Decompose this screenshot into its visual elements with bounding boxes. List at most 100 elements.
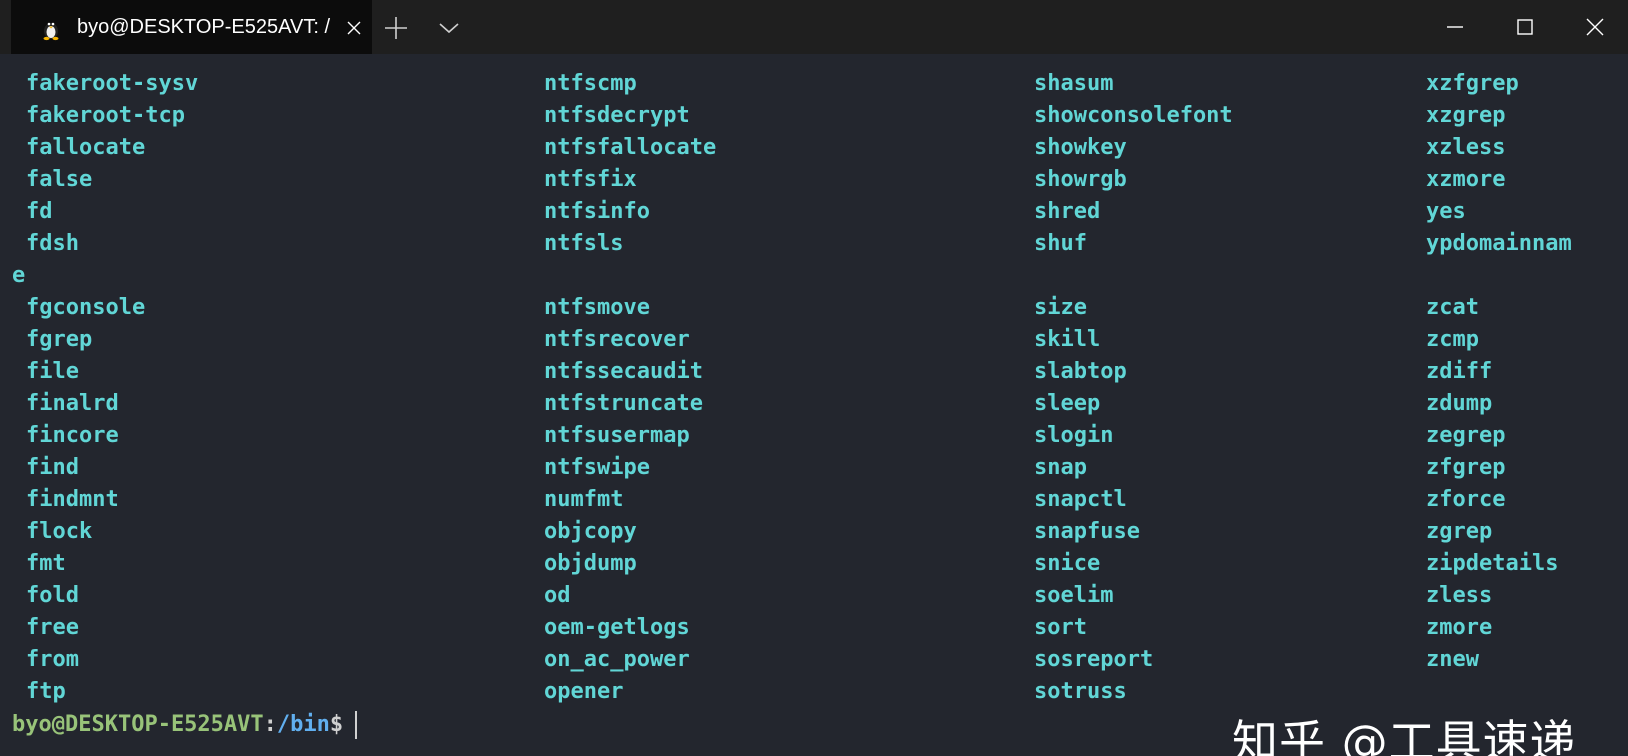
- list-item: on_ac_power: [544, 647, 690, 672]
- list-item: snapctl: [1034, 487, 1127, 512]
- list-item: sort: [1034, 615, 1087, 640]
- list-item: [544, 260, 716, 292]
- prompt-user-host: byo@DESKTOP-E525AVT: [12, 712, 264, 737]
- list-item: [1034, 260, 1233, 292]
- list-item: showconsolefont: [1034, 103, 1233, 128]
- list-item: shred: [1034, 199, 1101, 224]
- tab-active[interactable]: byo@DESKTOP-E525AVT: /: [11, 0, 372, 54]
- prompt-symbol: $: [329, 712, 344, 737]
- terminal-window: byo@DESKTOP-E525AVT: / fakeroot-sysv fak…: [0, 0, 1628, 756]
- list-item: fd: [26, 199, 53, 224]
- list-item: ntfscmp: [544, 71, 637, 96]
- terminal-output[interactable]: fakeroot-sysv fakeroot-tcp fallocate fal…: [0, 54, 1628, 756]
- list-item: xzfgrep: [1426, 71, 1519, 96]
- list-item: showkey: [1034, 135, 1127, 160]
- list-item: file: [26, 359, 79, 384]
- list-item: ypdomainnam: [1426, 231, 1572, 256]
- list-item: snapfuse: [1034, 519, 1140, 544]
- command-prompt[interactable]: byo@DESKTOP-E525AVT:/bin$: [12, 708, 358, 742]
- list-item: fdsh: [26, 231, 79, 256]
- list-item: znew: [1426, 647, 1479, 672]
- list-item: numfmt: [544, 487, 624, 512]
- list-item: ntfsfix: [544, 167, 637, 192]
- list-item: opener: [544, 679, 624, 704]
- list-item: free: [26, 615, 79, 640]
- tab-title: byo@DESKTOP-E525AVT: /: [77, 16, 330, 38]
- list-item: skill: [1034, 327, 1101, 352]
- list-item: zmore: [1426, 615, 1493, 640]
- list-item: zcmp: [1426, 327, 1479, 352]
- list-item: snap: [1034, 455, 1087, 480]
- minimize-icon: [1447, 26, 1463, 28]
- list-item: ntfstruncate: [544, 391, 703, 416]
- list-item: zdiff: [1426, 359, 1493, 384]
- maximize-button[interactable]: [1490, 0, 1560, 54]
- list-item: fold: [26, 583, 79, 608]
- list-item: ntfsfallocate: [544, 135, 717, 160]
- list-item: zfgrep: [1426, 455, 1506, 480]
- list-item: ntfsrecover: [544, 327, 690, 352]
- list-item: sotruss: [1034, 679, 1127, 704]
- list-item: zcat: [1426, 295, 1479, 320]
- list-item: ntfsls: [544, 231, 624, 256]
- list-item: zforce: [1426, 487, 1506, 512]
- text-cursor: [355, 711, 358, 739]
- list-item: ntfsdecrypt: [544, 103, 690, 128]
- list-item: flock: [26, 519, 93, 544]
- minimize-button[interactable]: [1420, 0, 1490, 54]
- list-item: zless: [1426, 583, 1493, 608]
- list-item: xzmore: [1426, 167, 1506, 192]
- chevron-down-icon[interactable]: [438, 20, 460, 36]
- list-item: xzless: [1426, 135, 1506, 160]
- close-tab-icon[interactable]: [345, 19, 363, 37]
- list-item: slogin: [1034, 423, 1114, 448]
- list-item: fmt: [26, 551, 66, 576]
- maximize-icon: [1517, 19, 1533, 35]
- list-item: ntfsusermap: [544, 423, 690, 448]
- list-item: findmnt: [26, 487, 119, 512]
- linux-penguin-icon: [39, 17, 63, 41]
- list-item: [1426, 260, 1572, 292]
- list-item: fgrep: [26, 327, 93, 352]
- list-item: [1426, 676, 1572, 708]
- wrapped-line-char: e: [12, 263, 26, 288]
- list-item: ntfsmove: [544, 295, 650, 320]
- list-item: finalrd: [26, 391, 119, 416]
- list-item: yes: [1426, 199, 1466, 224]
- list-item: fakeroot-tcp: [26, 103, 185, 128]
- list-item: ntfsinfo: [544, 199, 650, 224]
- list-item: fallocate: [26, 135, 146, 160]
- list-item: snice: [1034, 551, 1101, 576]
- list-item: zegrep: [1426, 423, 1506, 448]
- title-bar[interactable]: byo@DESKTOP-E525AVT: /: [0, 0, 1628, 54]
- list-item: ntfswipe: [544, 455, 650, 480]
- list-item: shuf: [1034, 231, 1087, 256]
- list-item: zipdetails: [1426, 551, 1559, 576]
- prompt-colon: :: [263, 712, 277, 737]
- listing-column-3: shasum showconsolefont showkey showrgb s…: [1034, 68, 1233, 708]
- list-item: zgrep: [1426, 519, 1493, 544]
- watermark: 知乎 @工具速递: [1232, 715, 1577, 756]
- new-tab-plus-icon[interactable]: [383, 15, 409, 41]
- close-icon: [1586, 18, 1604, 36]
- list-item: showrgb: [1034, 167, 1127, 192]
- list-item: xzgrep: [1426, 103, 1506, 128]
- list-item: ftp: [26, 679, 66, 704]
- list-item: objdump: [544, 551, 637, 576]
- list-item: fincore: [26, 423, 119, 448]
- listing-column-1: fakeroot-sysv fakeroot-tcp fallocate fal…: [26, 68, 198, 708]
- listing-column-2: ntfscmp ntfsdecrypt ntfsfallocate ntfsfi…: [544, 68, 716, 708]
- list-item: objcopy: [544, 519, 637, 544]
- list-item: false: [26, 167, 93, 192]
- list-item: from: [26, 647, 79, 672]
- list-item: fakeroot-sysv: [26, 71, 199, 96]
- list-item: sleep: [1034, 391, 1101, 416]
- list-item: od: [544, 583, 571, 608]
- prompt-path: /bin: [276, 712, 330, 737]
- list-item: size: [1034, 295, 1087, 320]
- list-item: oem-getlogs: [544, 615, 690, 640]
- listing-column-4: xzfgrep xzgrep xzless xzmore yes ypdomai…: [1426, 68, 1572, 708]
- list-item: slabtop: [1034, 359, 1127, 384]
- close-window-button[interactable]: [1560, 0, 1628, 54]
- list-item: shasum: [1034, 71, 1114, 96]
